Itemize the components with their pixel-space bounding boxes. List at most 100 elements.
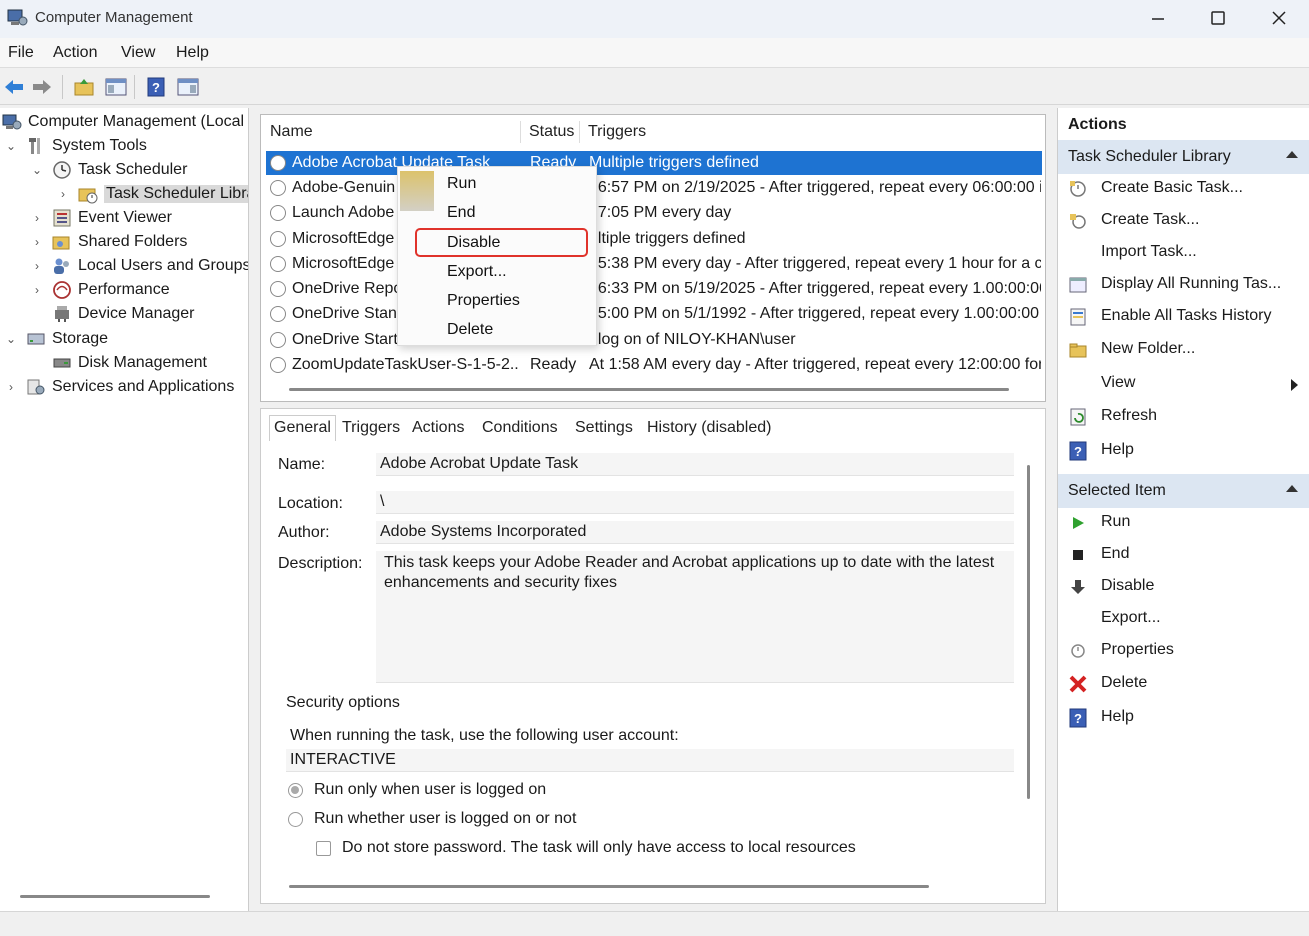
tree-item-storage[interactable]: ⌄ Storage — [4, 327, 108, 351]
action-export[interactable]: Export... — [1058, 604, 1309, 634]
action-display-running-tasks[interactable]: Display All Running Tas... — [1058, 270, 1309, 300]
group-task-scheduler-library[interactable]: Task Scheduler Library — [1058, 140, 1309, 174]
tab-actions[interactable]: Actions — [412, 419, 464, 437]
forward-button[interactable] — [30, 75, 54, 99]
minimize-button[interactable] — [1128, 0, 1188, 36]
location-field[interactable]: \ — [376, 491, 1014, 514]
tree-item-performance[interactable]: › Performance — [30, 278, 170, 302]
tree-item-computer-management[interactable]: Computer Management (Local — [2, 110, 244, 134]
action-help[interactable]: ? Help — [1058, 436, 1309, 466]
column-separator[interactable] — [520, 121, 521, 143]
tree-item-local-users-and-groups[interactable]: › Local Users and Groups — [30, 254, 248, 278]
menu-action[interactable]: Action — [53, 44, 97, 62]
help-icon: ? — [1068, 441, 1088, 461]
tree-item-shared-folders[interactable]: › Shared Folders — [30, 230, 187, 254]
action-label: Refresh — [1101, 407, 1158, 424]
menu-file[interactable]: File — [8, 44, 34, 62]
chevron-right-icon[interactable]: › — [30, 283, 44, 297]
table-row[interactable]: ZoomUpdateTaskUser-S-1-5-2... Ready At 1… — [266, 353, 1042, 377]
chevron-down-icon[interactable]: ⌄ — [30, 163, 44, 177]
action-end[interactable]: End — [1058, 540, 1309, 570]
context-menu-end[interactable]: End — [447, 204, 475, 222]
context-menu-run[interactable]: Run — [447, 175, 476, 193]
tab-settings[interactable]: Settings — [575, 419, 633, 437]
description-field[interactable]: This task keeps your Adobe Reader and Ac… — [376, 551, 1014, 683]
action-create-basic-task[interactable]: Create Basic Task... — [1058, 174, 1309, 204]
show-hide-tree-button[interactable] — [104, 75, 128, 99]
tree-item-event-viewer[interactable]: › Event Viewer — [30, 206, 172, 230]
chevron-right-icon[interactable]: › — [30, 259, 44, 273]
action-refresh[interactable]: Refresh — [1058, 402, 1309, 432]
forward-arrow-icon — [33, 80, 51, 94]
maximize-button[interactable] — [1188, 0, 1248, 36]
table-row[interactable]: MicrosoftEdge t 5:38 PM every day - Afte… — [266, 252, 1042, 276]
action-import-task[interactable]: Import Task... — [1058, 238, 1309, 268]
up-button[interactable] — [72, 75, 96, 99]
history-icon — [1068, 307, 1088, 327]
column-separator[interactable] — [579, 121, 580, 143]
tab-conditions[interactable]: Conditions — [482, 419, 558, 437]
tree-item-services-and-applications[interactable]: › Services and Applications — [4, 375, 234, 399]
user-account-field[interactable]: INTERACTIVE — [286, 749, 1014, 772]
context-menu-export[interactable]: Export... — [447, 263, 507, 281]
collapse-caret-icon[interactable] — [1286, 485, 1298, 492]
tree-label: Services and Applications — [52, 378, 235, 395]
table-row[interactable]: Adobe Acrobat Update Task Ready Multiple… — [266, 151, 1042, 175]
tree-item-disk-management[interactable]: Disk Management — [52, 351, 207, 375]
action-enable-all-tasks-history[interactable]: Enable All Tasks History — [1058, 302, 1309, 332]
column-header-status[interactable]: Status — [529, 123, 574, 141]
table-row[interactable]: Launch Adobe t 7:05 PM every day — [266, 201, 1042, 225]
tree-label: Task Scheduler — [78, 161, 188, 178]
chevron-right-icon[interactable]: › — [4, 380, 18, 394]
back-button[interactable] — [2, 75, 26, 99]
run-logged-on-radio[interactable] — [288, 783, 303, 798]
tree-item-device-manager[interactable]: Device Manager — [52, 302, 195, 326]
action-delete[interactable]: Delete — [1058, 669, 1309, 699]
do-not-store-password-checkbox[interactable] — [316, 841, 331, 856]
tree-item-task-scheduler[interactable]: ⌄ Task Scheduler — [30, 158, 187, 182]
performance-icon — [53, 281, 71, 299]
run-whether-logged-on-radio[interactable] — [288, 812, 303, 827]
action-run[interactable]: Run — [1058, 508, 1309, 538]
tree-item-system-tools[interactable]: ⌄ System Tools — [4, 134, 147, 158]
details-horizontal-scrollbar[interactable] — [289, 885, 929, 888]
details-vertical-scrollbar[interactable] — [1027, 465, 1030, 799]
collapse-caret-icon[interactable] — [1286, 151, 1298, 158]
tab-triggers[interactable]: Triggers — [342, 419, 400, 437]
task-clock-icon — [270, 306, 286, 322]
chevron-right-icon[interactable]: › — [30, 211, 44, 225]
group-selected-item[interactable]: Selected Item — [1058, 474, 1309, 508]
tree-item-task-scheduler-library[interactable]: › Task Scheduler Libra — [56, 182, 248, 206]
chevron-right-icon[interactable]: › — [56, 187, 70, 201]
action-label: Create Task... — [1101, 211, 1200, 228]
action-new-folder[interactable]: New Folder... — [1058, 335, 1309, 365]
task-list-horizontal-scrollbar[interactable] — [289, 388, 1009, 391]
help-button[interactable]: ? — [144, 75, 168, 99]
column-header-triggers[interactable]: Triggers — [588, 123, 646, 141]
chevron-down-icon[interactable]: ⌄ — [4, 332, 18, 346]
tree-horizontal-scrollbar[interactable] — [20, 895, 210, 898]
action-disable[interactable]: Disable — [1058, 572, 1309, 602]
table-row[interactable]: MicrosoftEdge ultiple triggers defined — [266, 227, 1042, 251]
tab-history[interactable]: History (disabled) — [647, 419, 771, 437]
action-help-selected[interactable]: ? Help — [1058, 703, 1309, 733]
author-field[interactable]: Adobe Systems Incorporated — [376, 521, 1014, 544]
context-menu-properties[interactable]: Properties — [447, 292, 520, 310]
column-header-name[interactable]: Name — [270, 123, 313, 141]
show-hide-action-pane-button[interactable] — [176, 75, 200, 99]
tab-general[interactable]: General — [269, 415, 336, 441]
menu-view[interactable]: View — [121, 44, 155, 62]
table-row[interactable]: OneDrive Start t log on of NILOY-KHAN\us… — [266, 328, 1042, 352]
chevron-down-icon[interactable]: ⌄ — [4, 139, 18, 153]
action-create-task[interactable]: Create Task... — [1058, 206, 1309, 236]
table-row[interactable]: OneDrive Repo t 6:33 PM on 5/19/2025 - A… — [266, 277, 1042, 301]
chevron-right-icon[interactable]: › — [30, 235, 44, 249]
table-row[interactable]: Adobe-Genuin t 6:57 PM on 2/19/2025 - Af… — [266, 176, 1042, 200]
action-view[interactable]: View — [1058, 369, 1309, 399]
menu-help[interactable]: Help — [176, 44, 209, 62]
close-button[interactable] — [1249, 0, 1309, 36]
name-field[interactable]: Adobe Acrobat Update Task — [376, 453, 1014, 476]
table-row[interactable]: OneDrive Stanc t 5:00 PM on 5/1/1992 - A… — [266, 302, 1042, 326]
context-menu-delete[interactable]: Delete — [447, 321, 493, 339]
action-properties[interactable]: Properties — [1058, 636, 1309, 666]
